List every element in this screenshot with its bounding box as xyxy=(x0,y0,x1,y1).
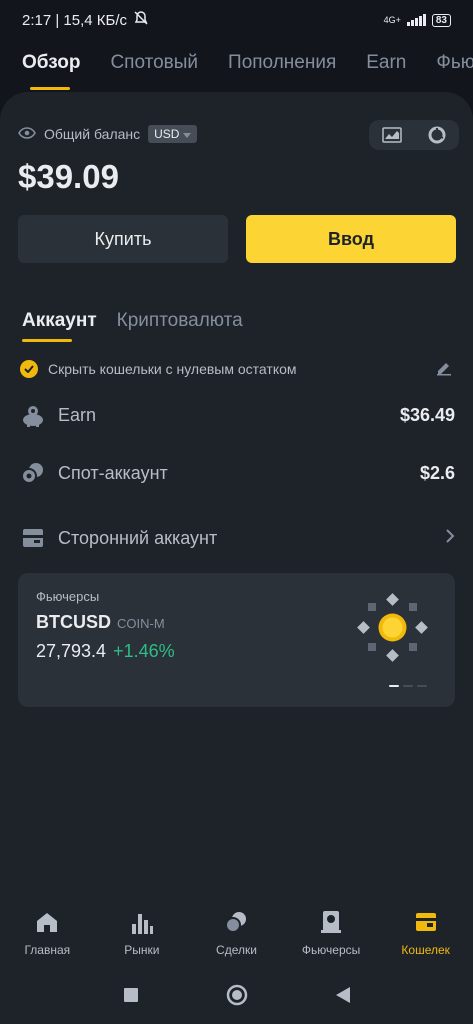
caret-down-icon xyxy=(183,127,192,141)
account-value: $36.49 xyxy=(399,404,455,425)
chevron-right-icon[interactable] xyxy=(445,528,455,549)
account-row-spot[interactable]: Спот-аккаунт $2.6 xyxy=(20,455,455,491)
currency-selector[interactable]: USD xyxy=(148,125,198,143)
nav-futures[interactable]: Фьючерсы xyxy=(284,910,379,970)
hide-zero-balance-toggle[interactable]: Скрыть кошельки с нулевым остатком xyxy=(20,358,453,379)
edit-icon[interactable] xyxy=(435,358,453,379)
piggy-bank-icon xyxy=(20,402,46,428)
recents-icon[interactable] xyxy=(123,987,138,1007)
buy-button[interactable]: Купить xyxy=(18,215,228,263)
nav-home[interactable]: Главная xyxy=(0,910,95,970)
battery-icon: 83 xyxy=(431,13,451,27)
nav-label: Сделки xyxy=(216,943,257,957)
trades-icon xyxy=(224,910,248,937)
wallet-icon xyxy=(414,910,438,937)
carousel-dots xyxy=(389,685,427,687)
wallet-panel: Общий баланс USD $39.09 Купить Ввод Акка… xyxy=(0,92,473,1024)
signal-icon xyxy=(406,14,426,26)
futures-symbol: BTCUSD xyxy=(36,612,111,632)
status-time-speed: 2:17 | 15,4 КБ/с xyxy=(22,11,128,29)
coin-promo-icon xyxy=(357,593,435,663)
nav-label: Кошелек xyxy=(401,943,450,957)
futures-icon xyxy=(319,910,343,937)
balance-header: Общий баланс USD xyxy=(18,125,198,143)
futures-change: +1.46% xyxy=(113,641,175,661)
mute-icon xyxy=(133,10,149,30)
nav-label: Фьючерсы xyxy=(301,943,361,957)
nav-trades[interactable]: Сделки xyxy=(189,910,284,970)
currency-value: USD xyxy=(154,127,180,141)
tab-crypto[interactable]: Криптовалюта xyxy=(117,310,243,332)
system-nav-bar xyxy=(0,970,473,1024)
account-label: Earn xyxy=(58,404,97,425)
back-icon[interactable] xyxy=(335,986,350,1008)
account-label: Спот-аккаунт xyxy=(58,462,168,483)
top-tabs: Обзор Спотовый Пополнения Earn Фью xyxy=(0,40,473,92)
tab-spot[interactable]: Спотовый xyxy=(110,52,198,80)
account-value: $2.6 xyxy=(419,462,455,483)
tab-deposits[interactable]: Пополнения xyxy=(228,52,336,80)
account-row-third-party[interactable]: Сторонний аккаунт xyxy=(20,520,455,556)
tab-futures[interactable]: Фью xyxy=(436,52,473,80)
deposit-button[interactable]: Ввод xyxy=(246,215,456,263)
bottom-nav: Главная Рынки Сделки Фьючерсы Кошелек xyxy=(0,910,473,970)
nav-label: Главная xyxy=(24,943,71,957)
eye-icon[interactable] xyxy=(18,126,36,142)
checkmark-icon[interactable] xyxy=(20,359,38,378)
line-chart-icon[interactable] xyxy=(369,120,414,150)
futures-price: 27,793.4 xyxy=(36,641,107,661)
spot-coin-icon xyxy=(20,460,46,486)
tab-earn[interactable]: Earn xyxy=(366,52,406,80)
pie-chart-icon[interactable] xyxy=(414,120,459,150)
nav-markets[interactable]: Рынки xyxy=(95,910,190,970)
tab-account[interactable]: Аккаунт xyxy=(22,310,97,342)
futures-card[interactable]: Фьючерсы BTCUSD COIN-M 27,793.4 +1.46% xyxy=(18,573,455,707)
balance-amount: $39.09 xyxy=(18,158,119,195)
tab-overview[interactable]: Обзор xyxy=(22,52,80,90)
home-circle-icon[interactable] xyxy=(226,984,248,1011)
nav-label: Рынки xyxy=(124,943,160,957)
futures-type: COIN-M xyxy=(117,616,165,631)
balance-label: Общий баланс xyxy=(44,126,141,142)
account-label: Сторонний аккаунт xyxy=(58,527,218,548)
nav-wallet[interactable]: Кошелек xyxy=(378,910,473,970)
hide-zero-label: Скрыть кошельки с нулевым остатком xyxy=(48,360,297,377)
wallet-card-icon xyxy=(20,525,46,551)
markets-icon xyxy=(130,910,154,937)
sub-tabs: Аккаунт Криптовалюта xyxy=(22,310,243,342)
status-bar: 2:17 | 15,4 КБ/с 4G+ 83 xyxy=(0,0,473,40)
home-icon xyxy=(35,910,59,937)
network-type: 4G+ xyxy=(383,15,401,25)
chart-toggle xyxy=(369,120,459,150)
status-indicators: 4G+ 83 xyxy=(383,13,451,27)
account-row-earn[interactable]: Earn $36.49 xyxy=(20,397,455,433)
